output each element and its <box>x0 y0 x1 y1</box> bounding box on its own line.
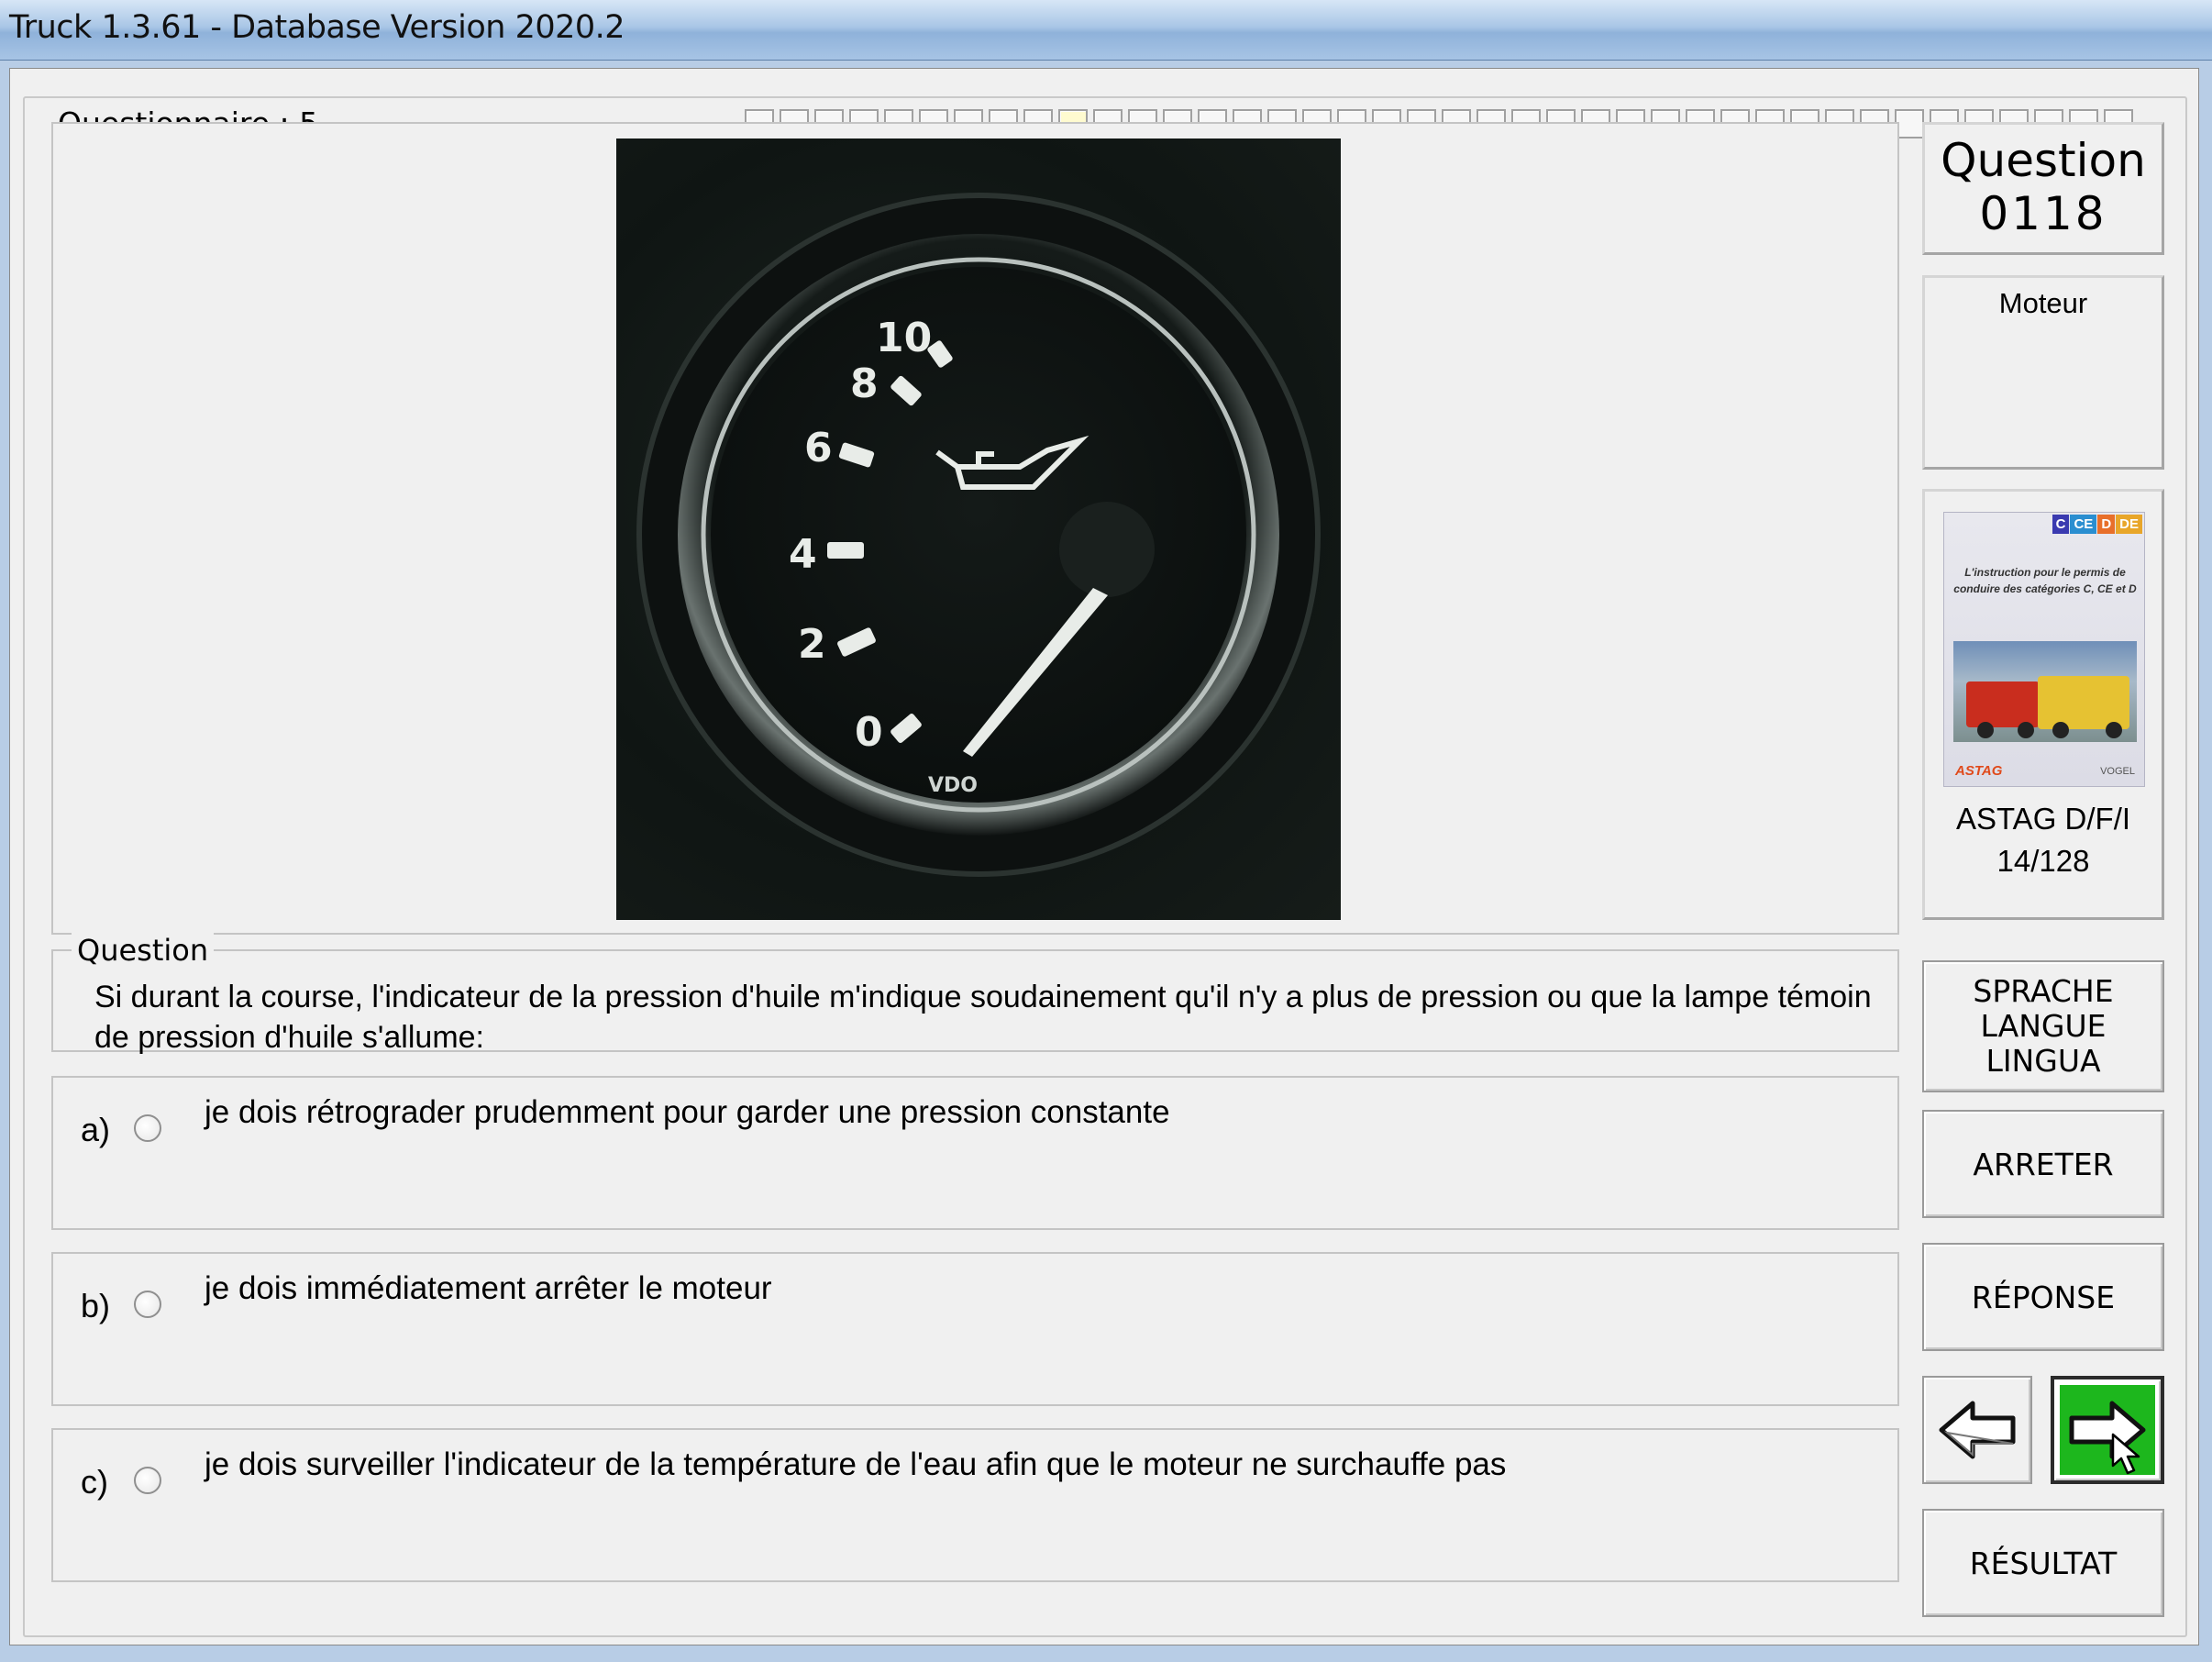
answer-text: je dois surveiller l'indicateur de la te… <box>205 1446 1507 1482</box>
category-box: Moteur <box>1922 275 2164 470</box>
language-button[interactable]: SPRACHE LANGUE LINGUA <box>1922 960 2164 1092</box>
client-area: Questionnaire : 5 <box>9 68 2199 1645</box>
answer-option-c[interactable]: c) je dois surveiller l'indicateur de la… <box>51 1428 1899 1582</box>
answer-letter: a) <box>81 1111 111 1148</box>
answer-option-b[interactable]: b) je dois immédiatement arrêter le mote… <box>51 1252 1899 1406</box>
gauge-tick-10: 10 <box>876 315 932 361</box>
category-label: Moteur <box>1998 287 2088 319</box>
answer-letter: b) <box>81 1287 111 1324</box>
publisher-logo: ASTAG <box>1955 763 2003 779</box>
vogel-logo: VOGEL <box>2100 766 2135 777</box>
app-window: Questionnaire : 5 <box>0 61 2212 1662</box>
gauge-brand: VDO <box>928 774 978 797</box>
title-bar: Truck 1.3.61 - Database Version 2020.2 <box>0 0 2212 61</box>
truck-icon <box>1966 681 2040 727</box>
answer-radio-c[interactable] <box>134 1467 161 1494</box>
language-label-it: LINGUA <box>1985 1043 2101 1079</box>
question-legend: Question <box>72 933 215 968</box>
question-text: Si durant la course, l'indicateur de la … <box>94 980 1872 1055</box>
gauge-tick-0: 0 <box>855 709 883 756</box>
stop-button[interactable]: ARRETER <box>1922 1110 2164 1218</box>
answer-option-a[interactable]: a) je dois rétrograder prudemment pour g… <box>51 1076 1899 1230</box>
book-caption-title: ASTAG D/F/I <box>1955 802 2131 836</box>
book-caption-page: 14/128 <box>1996 844 2090 878</box>
question-number: 0118 <box>1979 187 2107 240</box>
reference-book-box: C CE D DE L'instruction pour le permis d… <box>1922 489 2164 920</box>
answer-text: je dois immédiatement arrêter le moteur <box>205 1270 772 1306</box>
answer-text: je dois rétrograder prudemment pour gard… <box>205 1094 1170 1130</box>
book-cover-photo <box>1953 641 2137 742</box>
badge-de: DE <box>2116 515 2142 534</box>
answer-letter: c) <box>81 1463 108 1501</box>
answer-radio-b[interactable] <box>134 1291 161 1318</box>
answer-radio-a[interactable] <box>134 1114 161 1142</box>
book-cover-image: C CE D DE L'instruction pour le permis d… <box>1943 512 2145 787</box>
question-image-panel: 0 2 4 6 8 10 VDO <box>51 122 1899 935</box>
badge-d: D <box>2097 515 2116 534</box>
language-label-fr: LANGUE <box>1980 1008 2107 1044</box>
result-button[interactable]: RÉSULTAT <box>1922 1509 2164 1617</box>
book-cover-text: L'instruction pour le permis de conduire… <box>1953 566 2137 595</box>
gauge-tick-8: 8 <box>850 360 879 407</box>
mouse-cursor-icon <box>2111 1433 2140 1475</box>
oil-pressure-gauge-photo: 0 2 4 6 8 10 VDO <box>616 138 1341 920</box>
next-button[interactable] <box>2051 1376 2164 1484</box>
badge-c: C <box>2052 515 2070 534</box>
badge-ce: CE <box>2070 515 2097 534</box>
question-number-box: Question 0118 <box>1922 122 2164 255</box>
left-arrow-icon <box>1939 1401 2016 1459</box>
category-badges: C CE D DE <box>2052 515 2142 534</box>
gauge-tick-2: 2 <box>798 621 826 668</box>
gauge-tick-6: 6 <box>804 425 833 471</box>
question-number-label: Question <box>1941 134 2146 187</box>
gauge-illustration: 0 2 4 6 8 10 VDO <box>636 193 1321 877</box>
window-title: Truck 1.3.61 - Database Version 2020.2 <box>9 9 625 46</box>
previous-button[interactable] <box>1922 1376 2032 1484</box>
question-group: Question Si durant la course, l'indicate… <box>51 933 1899 1055</box>
show-answer-button[interactable]: RÉPONSE <box>1922 1243 2164 1351</box>
language-label-de: SPRACHE <box>1973 973 2114 1009</box>
gauge-tick-4: 4 <box>789 531 817 578</box>
